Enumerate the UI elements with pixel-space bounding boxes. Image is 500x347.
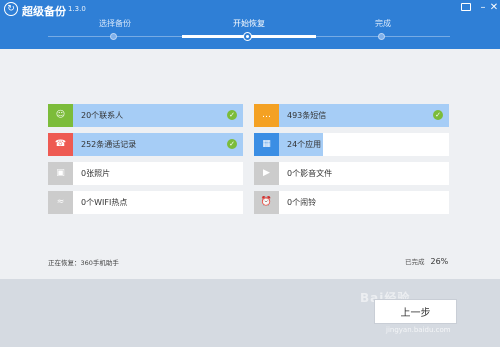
title-bar: ↻ 超级备份 1.3.0 – ✕ 选择备份 开始恢复 完成 xyxy=(0,0,500,49)
step-dot xyxy=(110,33,117,40)
restore-item: … 493条短信 ✓ xyxy=(254,104,449,127)
check-icon: ✓ xyxy=(227,139,237,149)
previous-step-button[interactable]: 上一步 xyxy=(374,299,457,324)
item-label: 0张照片 xyxy=(81,169,111,178)
step-dot xyxy=(378,33,385,40)
completion-status: 已完成 26% xyxy=(405,256,448,266)
photo-icon: ▣ xyxy=(48,162,73,185)
phone-icon: ☎ xyxy=(48,133,73,156)
step-label: 完成 xyxy=(375,19,391,28)
restore-item: ▦ 24个应用 xyxy=(254,133,449,156)
restore-item: ▶ 0个影音文件 xyxy=(254,162,449,185)
app-version: 1.3.0 xyxy=(68,5,86,13)
app-title: 超级备份 xyxy=(22,5,66,18)
restore-item: ⏰ 0个闹铃 xyxy=(254,191,449,214)
step-select-backup: 选择备份 xyxy=(48,18,182,40)
app-logo-icon: ↻ xyxy=(4,2,18,16)
watermark-url: jingyan.baidu.com xyxy=(386,326,451,334)
restore-item: ☺ 20个联系人 ✓ xyxy=(48,104,243,127)
apps-icon: ▦ xyxy=(254,133,279,156)
item-label: 493条短信 xyxy=(287,111,327,120)
restore-item: ▣ 0张照片 xyxy=(48,162,243,185)
item-label: 252条通话记录 xyxy=(81,140,137,149)
step-dot xyxy=(244,33,251,40)
close-icon[interactable]: ✕ xyxy=(488,2,500,14)
item-label: 20个联系人 xyxy=(81,111,124,120)
restore-item: ≈0个WIFI热点 xyxy=(48,191,243,214)
completion-percent: 26% xyxy=(430,257,449,266)
contact-icon: ☺ xyxy=(48,104,73,127)
item-label: 0个WIFI热点 xyxy=(81,198,128,207)
completed-label: 已完成 xyxy=(405,258,425,266)
step-label: 选择备份 xyxy=(99,19,131,28)
item-label: 24个应用 xyxy=(287,140,322,149)
wifi-icon: ≈ xyxy=(48,191,73,214)
item-label: 0个闹铃 xyxy=(287,198,317,207)
step-complete: 完成 xyxy=(316,18,450,40)
footer-bar: Bai经验 上一步 jingyan.baidu.com xyxy=(0,279,500,347)
alarm-icon: ⏰ xyxy=(254,191,279,214)
check-icon: ✓ xyxy=(227,110,237,120)
step-start-restore: 开始恢复 xyxy=(182,18,316,40)
media-icon: ▶ xyxy=(254,162,279,185)
restore-panel: ☺ 20个联系人 ✓ … 493条短信 ✓ ☎ 252条通话记录 ✓ ▦ 24个应用 ▣ 0张照片 ▶ 0个… xyxy=(0,49,500,279)
sms-icon: … xyxy=(254,104,279,127)
check-icon: ✓ xyxy=(433,110,443,120)
step-progress: 选择备份 开始恢复 完成 xyxy=(48,18,450,42)
restore-item: ☎ 252条通话记录 ✓ xyxy=(48,133,243,156)
message-icon[interactable] xyxy=(461,3,471,11)
step-label: 开始恢复 xyxy=(233,19,265,28)
restore-status-text: 正在恢复：360手机助手 xyxy=(48,259,119,267)
item-label: 0个影音文件 xyxy=(287,169,333,178)
